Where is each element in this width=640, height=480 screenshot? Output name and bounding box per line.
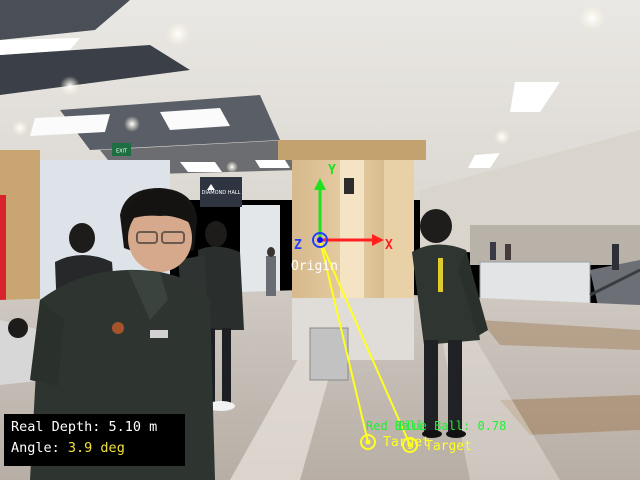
target-blue-caption: Blue Ball: 0.78: [398, 419, 506, 433]
x-axis-label: X: [385, 238, 393, 253]
depth-value: 5.10 m: [108, 419, 158, 435]
y-axis-arrow-icon: [314, 178, 326, 190]
angle-value: 3.9 deg: [67, 440, 125, 456]
x-axis-arrow-icon: [372, 234, 384, 246]
detection-overlay: Y X Z Origin Red Ball Target Blue Ball: …: [291, 163, 506, 454]
z-axis-label: Z: [294, 238, 302, 253]
angle-label: Angle:: [11, 440, 60, 456]
depth-label: Real Depth:: [11, 419, 101, 435]
angle-row: Angle: 3.9 deg: [11, 438, 178, 459]
target-red-label: Target: [383, 435, 430, 450]
origin-label: Origin: [291, 259, 338, 274]
camera-view: DIAMOND HALL EXIT Y X Z Origin Red Ball …: [0, 0, 640, 480]
origin-point-icon: [317, 237, 323, 243]
measurement-readout: Real Depth: 5.10 m Angle: 3.9 deg: [4, 414, 185, 466]
target-red-center-icon: [365, 439, 371, 445]
target-blue-center-icon: [407, 442, 413, 448]
y-axis-label: Y: [328, 163, 336, 178]
depth-row: Real Depth: 5.10 m: [11, 417, 178, 438]
target-blue-label: Target: [425, 439, 472, 454]
